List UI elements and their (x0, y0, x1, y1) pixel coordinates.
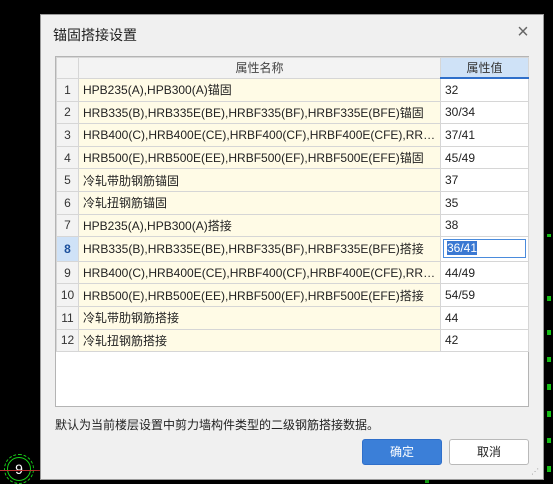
row-number[interactable]: 6 (56, 190, 79, 215)
background-mark (547, 411, 551, 417)
background-mark (547, 438, 551, 443)
table-row: 6 冷轧扭钢筋锚固 35 (56, 190, 529, 215)
table-row: 4 HRB500(E),HRB500E(EE),HRBF500(EF),HRBF… (56, 145, 529, 170)
background-mark (547, 357, 551, 362)
property-name-cell: HPB235(A),HPB300(A)搭接 (78, 213, 441, 238)
row-number[interactable]: 9 (56, 260, 79, 285)
property-name-cell: HRB500(E),HRB500E(EE),HRBF500(EF),HRBF50… (78, 145, 441, 170)
property-value-cell[interactable]: 44 (440, 305, 529, 330)
property-name-cell: HRB400(C),HRB400E(CE),HRBF400(CF),HRBF40… (78, 260, 441, 285)
property-value-cell[interactable]: 37/41 (440, 123, 529, 147)
row-number[interactable]: 11 (56, 305, 79, 330)
property-value-cell[interactable]: 36/41 (440, 236, 529, 262)
property-value-cell[interactable]: 37 (440, 168, 529, 192)
row-number[interactable]: 8 (56, 236, 79, 262)
property-name-cell: 冷轧扭钢筋搭接 (78, 328, 441, 353)
row-number[interactable]: 7 (56, 213, 79, 238)
resize-grip-icon[interactable]: ⋰ (531, 467, 540, 476)
property-value-cell[interactable]: 44/49 (440, 260, 529, 285)
background-mark (547, 234, 551, 237)
property-value-cell[interactable]: 35 (440, 190, 529, 215)
property-name-cell: HPB235(A),HPB300(A)锚固 (78, 77, 441, 102)
table-row: 11 冷轧带肋钢筋搭接 44 (56, 305, 529, 330)
close-icon[interactable]: × (513, 22, 533, 43)
dialog-title: 锚固搭接设置 (53, 27, 137, 43)
table-row: 5 冷轧带肋钢筋锚固 37 (56, 168, 529, 192)
property-value-cell[interactable]: 45/49 (440, 145, 529, 170)
background-mark (547, 384, 551, 390)
table-row: 9 HRB400(C),HRB400E(CE),HRBF400(CF),HRBF… (56, 260, 529, 285)
property-name-cell: HRB335(B),HRB335E(BE),HRBF335(BF),HRBF33… (78, 236, 441, 262)
row-number[interactable]: 4 (56, 145, 79, 170)
row-number[interactable]: 2 (56, 100, 79, 125)
background-line (0, 470, 40, 471)
row-number[interactable]: 3 (56, 123, 79, 147)
property-value-cell[interactable]: 54/59 (440, 283, 529, 307)
background-level-indicator: 9 (4, 454, 34, 484)
table-row: 1 HPB235(A),HPB300(A)锚固 32 (56, 77, 529, 102)
property-name-cell: HRB400(C),HRB400E(CE),HRBF400(CF),HRBF40… (78, 123, 441, 147)
property-grid: 属性名称 属性值 1 HPB235(A),HPB300(A)锚固 32 2 HR… (55, 56, 529, 407)
background-mark (547, 466, 551, 472)
anchorage-lap-settings-dialog: 锚固搭接设置 × 属性名称 属性值 1 HPB235(A),HPB300(A)锚… (40, 14, 544, 480)
background-mark (547, 296, 551, 301)
corner-header[interactable] (56, 57, 79, 79)
hint-text: 默认为当前楼层设置中剪力墙构件类型的二级钢筋搭接数据。 (55, 418, 380, 432)
property-value-cell[interactable]: 42 (440, 328, 529, 353)
selected-value-text: 36/41 (447, 241, 478, 256)
row-number[interactable]: 5 (56, 168, 79, 192)
table-row: 7 HPB235(A),HPB300(A)搭接 38 (56, 213, 529, 238)
dialog-titlebar[interactable]: 锚固搭接设置 × (41, 15, 543, 51)
column-header-value[interactable]: 属性值 (440, 57, 529, 79)
column-header-name[interactable]: 属性名称 (78, 57, 441, 79)
table-row: 12 冷轧扭钢筋搭接 42 (56, 328, 529, 353)
table-row: 2 HRB335(B),HRB335E(BE),HRBF335(BF),HRBF… (56, 100, 529, 125)
property-name-cell: 冷轧扭钢筋锚固 (78, 190, 441, 215)
property-name-cell: 冷轧带肋钢筋搭接 (78, 305, 441, 330)
row-number[interactable]: 10 (56, 283, 79, 307)
property-value-cell[interactable]: 38 (440, 213, 529, 238)
background-mark (547, 330, 551, 335)
ok-button[interactable]: 确定 (362, 439, 442, 465)
property-name-cell: 冷轧带肋钢筋锚固 (78, 168, 441, 192)
property-name-cell: HRB500(E),HRB500E(EE),HRBF500(EF),HRBF50… (78, 283, 441, 307)
property-value-cell[interactable]: 32 (440, 77, 529, 102)
property-name-cell: HRB335(B),HRB335E(BE),HRBF335(BF),HRBF33… (78, 100, 441, 125)
property-table: 属性名称 属性值 1 HPB235(A),HPB300(A)锚固 32 2 HR… (56, 57, 529, 353)
table-row: 10 HRB500(E),HRB500E(EE),HRBF500(EF),HRB… (56, 283, 529, 307)
row-number[interactable]: 12 (56, 328, 79, 353)
table-row-selected: 8 HRB335(B),HRB335E(BE),HRBF335(BF),HRBF… (56, 236, 529, 262)
row-number[interactable]: 1 (56, 77, 79, 102)
property-value-cell[interactable]: 30/34 (440, 100, 529, 125)
table-row: 3 HRB400(C),HRB400E(CE),HRBF400(CF),HRBF… (56, 123, 529, 147)
value-edit-input[interactable]: 36/41 (443, 239, 526, 259)
cancel-button[interactable]: 取消 (449, 439, 529, 465)
table-header-row: 属性名称 属性值 (56, 57, 529, 79)
